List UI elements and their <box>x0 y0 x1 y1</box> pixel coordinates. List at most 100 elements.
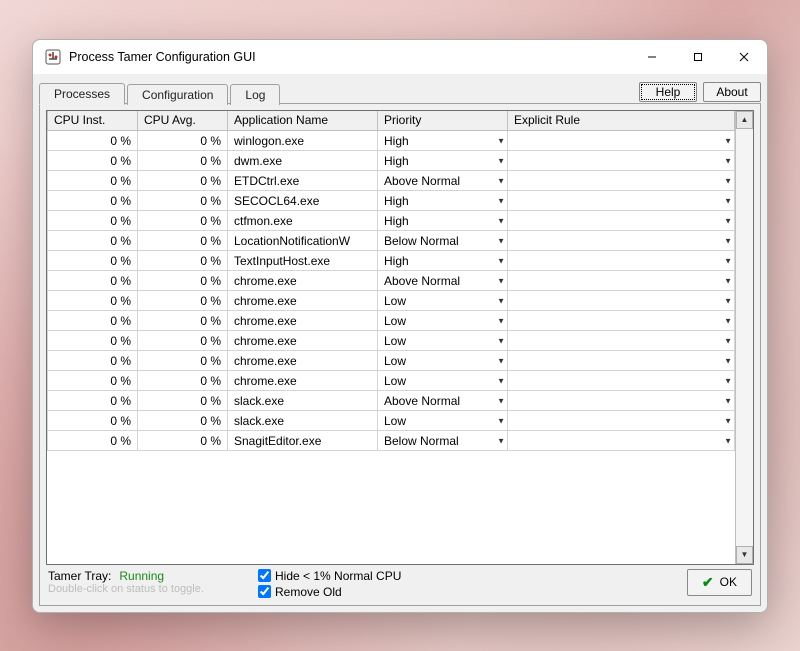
minimize-button[interactable] <box>629 40 675 74</box>
cell-cpu-inst: 0 % <box>48 271 138 291</box>
table-row[interactable]: 0 %0 %slack.exeAbove Normal▼▼ <box>48 391 735 411</box>
ok-button[interactable]: ✔ OK <box>687 569 752 596</box>
cell-priority-dropdown[interactable]: Above Normal▼ <box>378 391 508 411</box>
hide-normal-input[interactable] <box>258 569 271 582</box>
chevron-down-icon: ▼ <box>724 136 732 145</box>
cell-app-name: chrome.exe <box>228 291 378 311</box>
cell-explicit-rule-dropdown[interactable]: ▼ <box>508 211 735 231</box>
table-row[interactable]: 0 %0 %chrome.exeLow▼▼ <box>48 371 735 391</box>
table-row[interactable]: 0 %0 %chrome.exeLow▼▼ <box>48 311 735 331</box>
cell-explicit-rule-dropdown[interactable]: ▼ <box>508 331 735 351</box>
cell-explicit-rule-dropdown[interactable]: ▼ <box>508 291 735 311</box>
table-row[interactable]: 0 %0 %SnagitEditor.exeBelow Normal▼▼ <box>48 431 735 451</box>
cell-priority-dropdown[interactable]: High▼ <box>378 211 508 231</box>
vertical-scrollbar[interactable]: ▲ ▼ <box>735 111 753 564</box>
window-title: Process Tamer Configuration GUI <box>69 50 629 64</box>
scroll-track[interactable] <box>736 129 753 546</box>
tamer-tray-hint: Double-click on status to toggle. <box>48 583 248 595</box>
cell-cpu-avg: 0 % <box>138 171 228 191</box>
cell-cpu-avg: 0 % <box>138 391 228 411</box>
cell-app-name: chrome.exe <box>228 371 378 391</box>
table-row[interactable]: 0 %0 %chrome.exeLow▼▼ <box>48 291 735 311</box>
col-cpu-inst[interactable]: CPU Inst. <box>48 111 138 131</box>
chevron-down-icon: ▼ <box>724 356 732 365</box>
cell-explicit-rule-dropdown[interactable]: ▼ <box>508 271 735 291</box>
table-row[interactable]: 0 %0 %ctfmon.exeHigh▼▼ <box>48 211 735 231</box>
cell-priority-dropdown[interactable]: Low▼ <box>378 291 508 311</box>
tamer-tray-status[interactable]: Running <box>119 569 164 583</box>
col-app-name[interactable]: Application Name <box>228 111 378 131</box>
table-row[interactable]: 0 %0 %ETDCtrl.exeAbove Normal▼▼ <box>48 171 735 191</box>
table-row[interactable]: 0 %0 %TextInputHost.exeHigh▼▼ <box>48 251 735 271</box>
col-cpu-avg[interactable]: CPU Avg. <box>138 111 228 131</box>
cell-priority-dropdown[interactable]: High▼ <box>378 151 508 171</box>
chevron-down-icon: ▼ <box>724 416 732 425</box>
cell-explicit-rule-dropdown[interactable]: ▼ <box>508 311 735 331</box>
chevron-down-icon: ▼ <box>497 336 505 345</box>
table-row[interactable]: 0 %0 %chrome.exeLow▼▼ <box>48 351 735 371</box>
about-button[interactable]: About <box>703 82 761 102</box>
cell-priority-dropdown[interactable]: Above Normal▼ <box>378 171 508 191</box>
col-priority[interactable]: Priority <box>378 111 508 131</box>
chevron-down-icon: ▼ <box>724 436 732 445</box>
cell-priority-dropdown[interactable]: Below Normal▼ <box>378 231 508 251</box>
table-row[interactable]: 0 %0 %LocationNotificationWBelow Normal▼… <box>48 231 735 251</box>
cell-app-name: chrome.exe <box>228 331 378 351</box>
cell-explicit-rule-dropdown[interactable]: ▼ <box>508 391 735 411</box>
remove-old-input[interactable] <box>258 585 271 598</box>
cell-explicit-rule-dropdown[interactable]: ▼ <box>508 351 735 371</box>
maximize-button[interactable] <box>675 40 721 74</box>
cell-priority-dropdown[interactable]: Low▼ <box>378 311 508 331</box>
process-grid-scroll: CPU Inst. CPU Avg. Application Name Prio… <box>47 111 735 564</box>
cell-app-name: dwm.exe <box>228 151 378 171</box>
cell-priority-dropdown[interactable]: High▼ <box>378 131 508 151</box>
tab-processes[interactable]: Processes <box>39 83 125 105</box>
cell-priority-dropdown[interactable]: Low▼ <box>378 371 508 391</box>
help-button[interactable]: Help <box>639 82 697 102</box>
cell-explicit-rule-dropdown[interactable]: ▼ <box>508 191 735 211</box>
table-row[interactable]: 0 %0 %winlogon.exeHigh▼▼ <box>48 131 735 151</box>
cell-explicit-rule-dropdown[interactable]: ▼ <box>508 431 735 451</box>
close-button[interactable] <box>721 40 767 74</box>
scroll-down-button[interactable]: ▼ <box>736 546 753 564</box>
chevron-down-icon: ▼ <box>724 216 732 225</box>
col-explicit-rule[interactable]: Explicit Rule <box>508 111 735 131</box>
table-row[interactable]: 0 %0 %chrome.exeLow▼▼ <box>48 331 735 351</box>
titlebar[interactable]: Process Tamer Configuration GUI <box>33 40 767 74</box>
cell-explicit-rule-dropdown[interactable]: ▼ <box>508 411 735 431</box>
table-row[interactable]: 0 %0 %slack.exeLow▼▼ <box>48 411 735 431</box>
cell-priority-dropdown[interactable]: Above Normal▼ <box>378 271 508 291</box>
tab-log[interactable]: Log <box>230 84 280 105</box>
cell-cpu-avg: 0 % <box>138 251 228 271</box>
cell-explicit-rule-dropdown[interactable]: ▼ <box>508 151 735 171</box>
remove-old-checkbox[interactable]: Remove Old <box>258 585 401 599</box>
table-row[interactable]: 0 %0 %SECOCL64.exeHigh▼▼ <box>48 191 735 211</box>
scroll-up-button[interactable]: ▲ <box>736 111 753 129</box>
cell-priority-dropdown[interactable]: High▼ <box>378 191 508 211</box>
tab-panel: CPU Inst. CPU Avg. Application Name Prio… <box>39 103 761 606</box>
table-row[interactable]: 0 %0 %chrome.exeAbove Normal▼▼ <box>48 271 735 291</box>
chevron-down-icon: ▼ <box>497 256 505 265</box>
cell-cpu-inst: 0 % <box>48 351 138 371</box>
hide-normal-checkbox[interactable]: Hide < 1% Normal CPU <box>258 569 401 583</box>
cell-priority-dropdown[interactable]: Low▼ <box>378 411 508 431</box>
chevron-down-icon: ▼ <box>724 236 732 245</box>
cell-cpu-inst: 0 % <box>48 411 138 431</box>
cell-cpu-inst: 0 % <box>48 331 138 351</box>
cell-explicit-rule-dropdown[interactable]: ▼ <box>508 131 735 151</box>
cell-priority-dropdown[interactable]: Low▼ <box>378 331 508 351</box>
cell-explicit-rule-dropdown[interactable]: ▼ <box>508 231 735 251</box>
cell-explicit-rule-dropdown[interactable]: ▼ <box>508 171 735 191</box>
cell-priority-dropdown[interactable]: Low▼ <box>378 351 508 371</box>
cell-priority-dropdown[interactable]: Below Normal▼ <box>378 431 508 451</box>
chevron-down-icon: ▼ <box>497 216 505 225</box>
chevron-down-icon: ▼ <box>724 156 732 165</box>
cell-cpu-avg: 0 % <box>138 271 228 291</box>
cell-explicit-rule-dropdown[interactable]: ▼ <box>508 371 735 391</box>
cell-explicit-rule-dropdown[interactable]: ▼ <box>508 251 735 271</box>
cell-priority-dropdown[interactable]: High▼ <box>378 251 508 271</box>
cell-app-name: LocationNotificationW <box>228 231 378 251</box>
tabstrip: Processes Configuration Log Help About <box>39 78 761 104</box>
tab-configuration[interactable]: Configuration <box>127 84 228 105</box>
table-row[interactable]: 0 %0 %dwm.exeHigh▼▼ <box>48 151 735 171</box>
